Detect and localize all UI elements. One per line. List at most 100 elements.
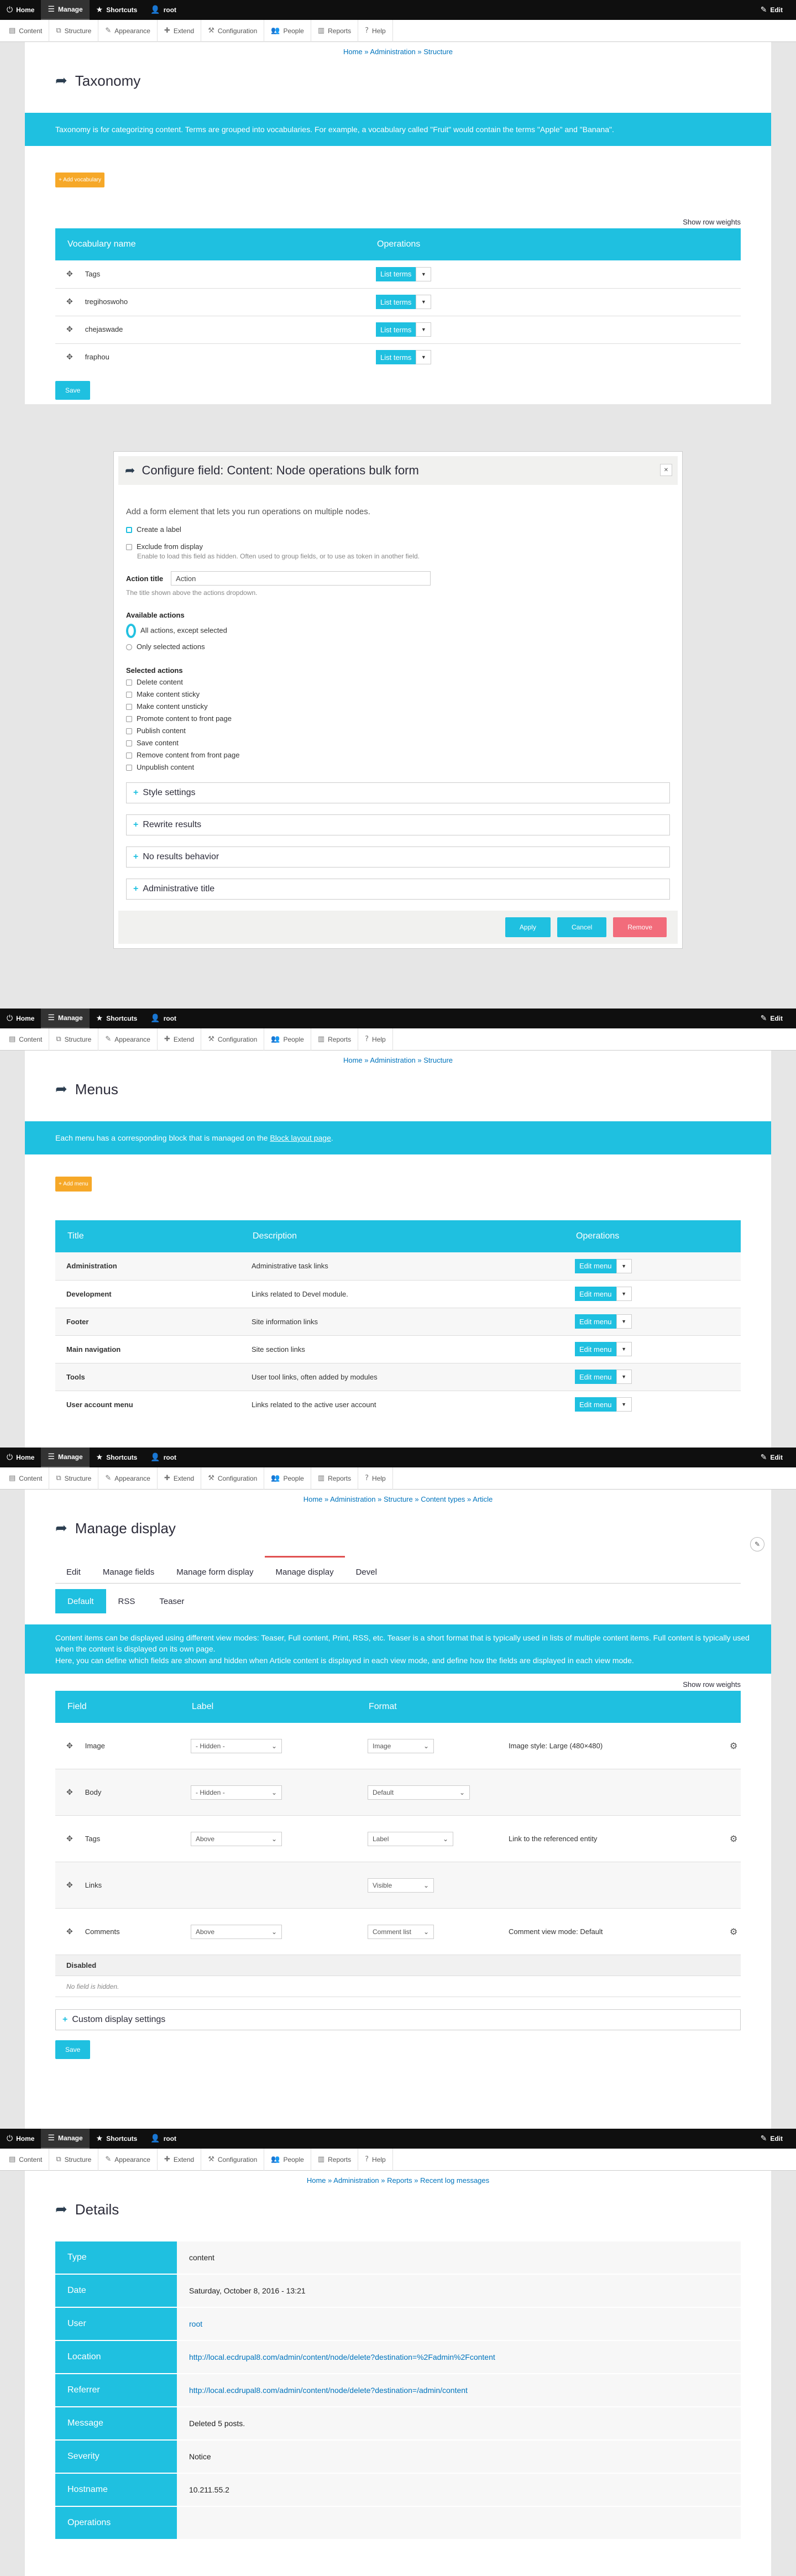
toolbar-user[interactable]: 👤 root [144,2129,183,2149]
toolbar-home[interactable]: ⏻ Home [0,1009,41,1028]
edit-menu-button[interactable]: Edit menu ▼ [575,1258,632,1273]
checkbox[interactable] [126,728,132,735]
edit-menu-button[interactable]: Edit menu ▼ [575,1342,632,1356]
format-select[interactable]: Visible ⌄ [368,1878,434,1893]
action-checkbox[interactable]: Unpublish content [126,763,670,771]
create-label-checkbox[interactable]: Create a label [126,525,670,534]
tray-help[interactable]: ? Help [358,1467,393,1490]
show-row-weights-link[interactable]: Show row weights [55,218,741,226]
toolbar-user[interactable]: 👤 root [144,1009,183,1028]
checkbox[interactable] [126,753,132,759]
format-select[interactable]: Label ⌄ [368,1831,453,1846]
action-checkbox[interactable]: Remove content from front page [126,751,670,759]
tray-configuration[interactable]: ⚒ Configuration [201,2148,265,2171]
action-checkbox[interactable]: Save content [126,739,670,747]
action-title-input[interactable]: Action [171,571,431,586]
action-checkbox[interactable]: Delete content [126,678,670,686]
radio-only-selected[interactable]: Only selected actions [126,642,670,651]
checkbox[interactable] [126,692,132,698]
cancel-button[interactable]: Cancel [557,917,607,937]
edit-menu-button[interactable]: Edit menu ▼ [575,1287,632,1301]
tray-appearance[interactable]: ✎ Appearance [98,1028,158,1051]
toolbar-manage[interactable]: ☰ Manage [41,2129,90,2149]
label-select[interactable]: - Hidden - ⌄ [191,1785,282,1800]
tray-structure[interactable]: ⧉ Structure [49,1028,99,1051]
label-select[interactable]: - Hidden - ⌄ [191,1738,282,1753]
chevron-down-icon[interactable]: ▼ [416,350,432,365]
fieldset-admin-title[interactable]: + Administrative title [126,879,670,900]
checkbox[interactable] [126,716,132,723]
list-terms-button[interactable]: List terms ▼ [376,322,432,337]
tray-help[interactable]: ? Help [358,19,393,42]
checkbox[interactable] [126,740,132,747]
tray-appearance[interactable]: ✎ Appearance [98,19,158,42]
format-select[interactable]: Default ⌄ [368,1785,470,1800]
close-icon[interactable]: ✕ [660,464,672,476]
chevron-down-icon[interactable]: ▼ [416,267,432,281]
tab-manage-fields[interactable]: Manage fields [92,1561,165,1583]
tray-content[interactable]: ▤ Content [2,1028,50,1051]
drag-handle-icon[interactable]: ✥ [66,270,73,279]
action-checkbox[interactable]: Make content sticky [126,690,670,698]
format-select[interactable]: Image ⌄ [368,1738,434,1753]
gear-icon[interactable]: ⚙ [730,1833,737,1844]
drag-handle-icon[interactable]: ✥ [66,1788,73,1797]
tab-devel[interactable]: Devel [345,1561,388,1583]
tray-structure[interactable]: ⧉ Structure [49,2148,99,2171]
tray-reports[interactable]: ▥ Reports [311,1467,359,1490]
tray-content[interactable]: ▤ Content [2,19,50,42]
toolbar-manage[interactable]: ☰ Manage [41,0,90,20]
tray-structure[interactable]: ⧉ Structure [49,19,99,42]
tab-teaser[interactable]: Teaser [147,1589,196,1613]
tray-reports[interactable]: ▥ Reports [311,19,359,42]
fieldset-style-settings[interactable]: + Style settings [126,782,670,803]
tray-people[interactable]: 👥 People [264,19,311,42]
tray-people[interactable]: 👥 People [264,2148,311,2171]
drag-handle-icon[interactable]: ✥ [66,1742,73,1751]
toolbar-manage[interactable]: ☰ Manage [41,1009,90,1028]
checkbox[interactable] [126,704,132,710]
checkbox[interactable] [126,765,132,771]
list-terms-button[interactable]: List terms ▼ [376,295,432,309]
gear-icon[interactable]: ⚙ [730,1741,737,1751]
toolbar-home[interactable]: ⏻ Home [0,2129,41,2149]
action-checkbox[interactable]: Publish content [126,727,670,735]
tray-structure[interactable]: ⧉ Structure [49,1467,99,1490]
action-checkbox[interactable]: Promote content to front page [126,714,670,723]
add-menu-button[interactable]: + Add menu [55,1177,92,1192]
tab-rss[interactable]: RSS [106,1589,148,1613]
save-button[interactable]: Save [55,381,91,400]
format-select[interactable]: Comment list ⌄ [368,1924,434,1939]
chevron-down-icon[interactable]: ▼ [616,1370,632,1384]
tray-extend[interactable]: ✚ Extend [158,1028,202,1051]
tray-extend[interactable]: ✚ Extend [158,19,202,42]
gear-icon[interactable]: ⚙ [730,1926,737,1937]
action-checkbox[interactable]: Make content unsticky [126,702,670,710]
fieldset-rewrite-results[interactable]: + Rewrite results [126,814,670,835]
tray-appearance[interactable]: ✎ Appearance [98,2148,158,2171]
user-link[interactable]: root [189,2319,202,2328]
edit-menu-button[interactable]: Edit menu ▼ [575,1397,632,1412]
checkbox[interactable] [126,544,132,551]
label-select[interactable]: Above ⌄ [191,1924,282,1939]
chevron-down-icon[interactable]: ▼ [416,322,432,337]
tray-configuration[interactable]: ⚒ Configuration [201,1467,265,1490]
tab-manage-display[interactable]: Manage display [264,1556,345,1583]
exclude-checkbox[interactable]: Exclude from display [126,542,670,551]
referrer-link[interactable]: http://local.ecdrupal8.com/admin/content… [189,2386,468,2395]
toolbar-edit[interactable]: ✎ Edit [754,1009,789,1028]
toolbar-shortcuts[interactable]: ★ Shortcuts [90,0,144,20]
toolbar-edit[interactable]: ✎ Edit [754,0,789,20]
drag-handle-icon[interactable]: ✥ [66,1881,73,1890]
toolbar-shortcuts[interactable]: ★ Shortcuts [90,2129,144,2149]
tab-manage-form-display[interactable]: Manage form display [165,1561,264,1583]
drag-handle-icon[interactable]: ✥ [66,1835,73,1843]
tray-extend[interactable]: ✚ Extend [158,2148,202,2171]
list-terms-button[interactable]: List terms ▼ [376,267,432,281]
list-terms-button[interactable]: List terms ▼ [376,350,432,365]
radio[interactable] [126,624,136,638]
tray-help[interactable]: ? Help [358,2148,393,2171]
location-link[interactable]: http://local.ecdrupal8.com/admin/content… [189,2353,495,2361]
tray-content[interactable]: ▤ Content [2,2148,50,2171]
drag-handle-icon[interactable]: ✥ [66,353,73,362]
